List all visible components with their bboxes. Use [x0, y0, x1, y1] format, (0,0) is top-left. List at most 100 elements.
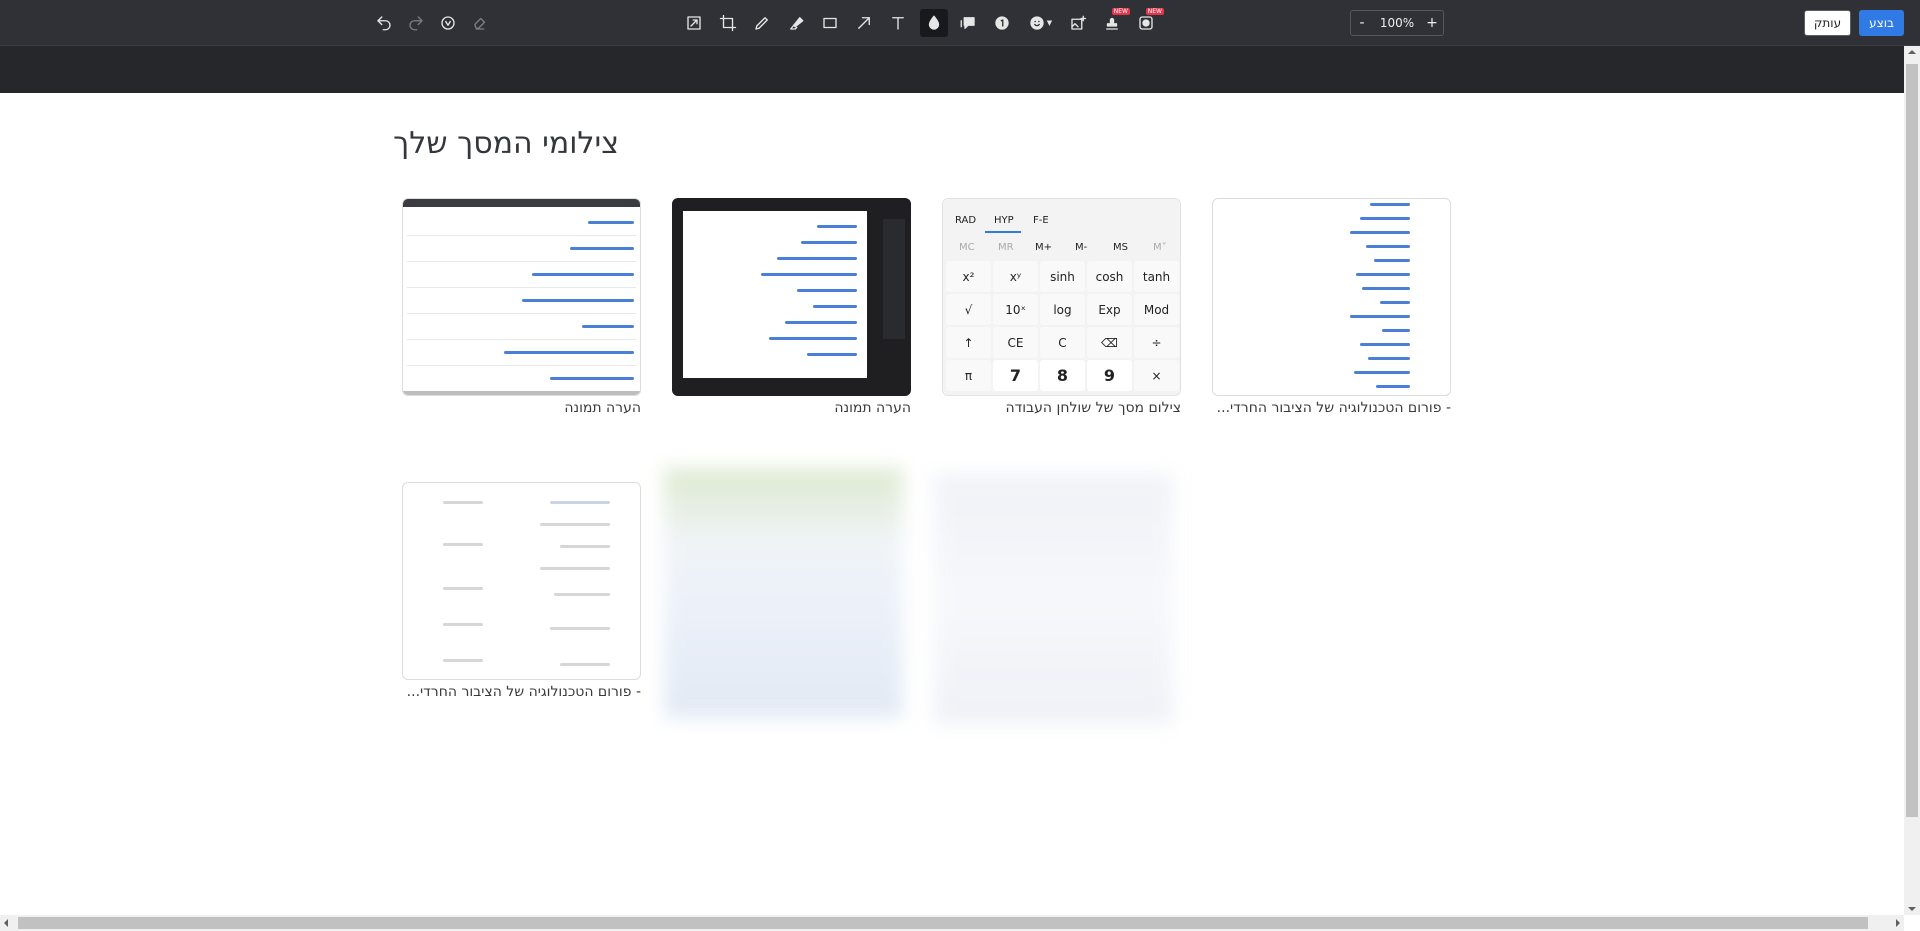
horizontal-scroll-thumb[interactable]	[18, 917, 1868, 929]
thumbnail-caption: - פורום הטכנולוגיה של הציבור החרדי...	[1216, 400, 1451, 416]
thumb-divider	[407, 339, 636, 340]
pen-icon[interactable]	[750, 11, 774, 35]
scroll-up-icon[interactable]	[1908, 50, 1916, 54]
calc-key: tanh	[1134, 261, 1179, 292]
thumb-scrollbar	[403, 391, 640, 395]
horizontal-scrollbar[interactable]	[0, 915, 1904, 931]
scroll-left-icon[interactable]	[4, 919, 8, 927]
thumb-side-panel	[883, 219, 905, 339]
callout-icon[interactable]	[956, 11, 980, 35]
thumb-link-line	[532, 273, 634, 276]
thumb-link-line	[550, 377, 634, 380]
thumb-divider	[407, 313, 636, 314]
rectangle-icon[interactable]	[818, 11, 842, 35]
thumb-link-line	[1356, 273, 1410, 276]
thumb-link-line	[582, 325, 634, 328]
calc-key: Exp	[1087, 294, 1132, 325]
resize-icon[interactable]	[682, 11, 706, 35]
text-icon[interactable]	[886, 11, 910, 35]
thumb-line	[443, 587, 483, 590]
zoom-out-button[interactable]: -	[1351, 15, 1373, 31]
thumb-line	[540, 567, 610, 570]
calc-tab-underline	[985, 231, 1021, 233]
thumb-link-line	[797, 289, 857, 292]
calc-tab: HYP	[994, 215, 1014, 226]
crop-icon[interactable]	[716, 11, 740, 35]
calc-key: sinh	[1040, 261, 1085, 292]
chevron-down-icon: ▼	[1046, 19, 1053, 27]
calc-tab: F-E	[1033, 215, 1049, 226]
screenshot-thumbnail[interactable]	[672, 198, 911, 396]
calc-key: √	[946, 294, 991, 325]
screenshot-thumbnail[interactable]	[402, 482, 641, 680]
thumb-link-line	[1374, 259, 1410, 262]
calc-tab: RAD	[955, 215, 977, 226]
screen-record-icon[interactable]: NEW	[1134, 8, 1164, 35]
done-button[interactable]: בוצע	[1859, 10, 1904, 36]
thumb-line	[560, 545, 610, 548]
arrow-icon[interactable]	[852, 11, 876, 35]
thumb-divider	[407, 261, 636, 262]
calc-key: ↑	[946, 327, 991, 358]
calc-memory-key: M-	[1075, 242, 1088, 253]
thumb-line	[443, 623, 483, 626]
blur-drop-icon[interactable]	[920, 9, 948, 37]
scroll-down-icon[interactable]	[1908, 907, 1916, 911]
thumb-line	[443, 659, 483, 662]
thumb-line	[540, 523, 610, 526]
redo-icon[interactable]	[404, 11, 428, 35]
thumbnail-caption: צילום מסך של שולחן העבודה	[1005, 400, 1181, 416]
thumb-link-line	[1370, 203, 1410, 206]
thumb-divider	[407, 235, 636, 236]
screenshot-thumbnail[interactable]	[402, 198, 641, 396]
loading-thumbnail	[664, 468, 903, 718]
calc-key: x²	[946, 261, 991, 292]
zoom-control: - 100% +	[1350, 10, 1444, 36]
calc-key: 8	[1040, 360, 1085, 391]
thumb-link-line	[570, 247, 634, 250]
calc-key: cosh	[1087, 261, 1132, 292]
thumb-link-line	[1362, 287, 1410, 290]
highlighter-icon[interactable]	[784, 11, 808, 35]
thumb-link-line	[1366, 245, 1410, 248]
screenshot-thumbnail[interactable]: RAD HYP F-E MC MR M+ M- MS M˅ x² xʸ sinh…	[942, 198, 1181, 396]
thumb-line	[443, 543, 483, 546]
image-insert-icon[interactable]	[1066, 11, 1090, 35]
thumb-link-line	[588, 221, 634, 224]
zoom-level: 100%	[1379, 16, 1415, 30]
scroll-right-icon[interactable]	[1896, 919, 1900, 927]
screenshot-thumbnail[interactable]	[1212, 198, 1451, 396]
step-number-icon[interactable]	[990, 11, 1014, 35]
stamp-icon[interactable]: NEW	[1100, 8, 1130, 35]
canvas-top-band	[0, 46, 1904, 93]
eraser-icon[interactable]	[468, 11, 492, 35]
thumb-link-line	[807, 353, 857, 356]
emoji-icon[interactable]: ▼	[1024, 11, 1056, 35]
undo-icon[interactable]	[372, 11, 396, 35]
calc-key: xʸ	[993, 261, 1038, 292]
thumb-link-line	[1376, 385, 1410, 388]
thumb-divider	[407, 365, 636, 366]
thumbnail-caption: - פורום הטכנולוגיה של הציבור החרדי...	[406, 684, 641, 700]
calc-key: ÷	[1134, 327, 1179, 358]
vertical-scroll-thumb[interactable]	[1906, 64, 1918, 817]
zoom-in-button[interactable]: +	[1421, 15, 1443, 31]
thumb-divider	[407, 287, 636, 288]
calc-key: ×	[1134, 360, 1179, 391]
calc-key: log	[1040, 294, 1085, 325]
thumb-link-line	[801, 241, 857, 244]
reset-icon[interactable]	[436, 11, 460, 35]
calc-memory-key: M˅	[1153, 242, 1167, 253]
thumbnail-caption: הערה תמונה	[834, 400, 911, 416]
calc-key: 7	[993, 360, 1038, 391]
thumb-link-line	[1354, 371, 1410, 374]
copy-button[interactable]: עותק	[1804, 10, 1851, 36]
thumb-line	[550, 627, 610, 630]
calc-key: π	[946, 360, 991, 391]
thumb-link-line	[1368, 357, 1410, 360]
calc-key: Mod	[1134, 294, 1179, 325]
thumb-link-line	[817, 225, 857, 228]
vertical-scrollbar[interactable]	[1904, 46, 1920, 915]
calc-key: 9	[1087, 360, 1132, 391]
new-badge: NEW	[1111, 8, 1130, 15]
